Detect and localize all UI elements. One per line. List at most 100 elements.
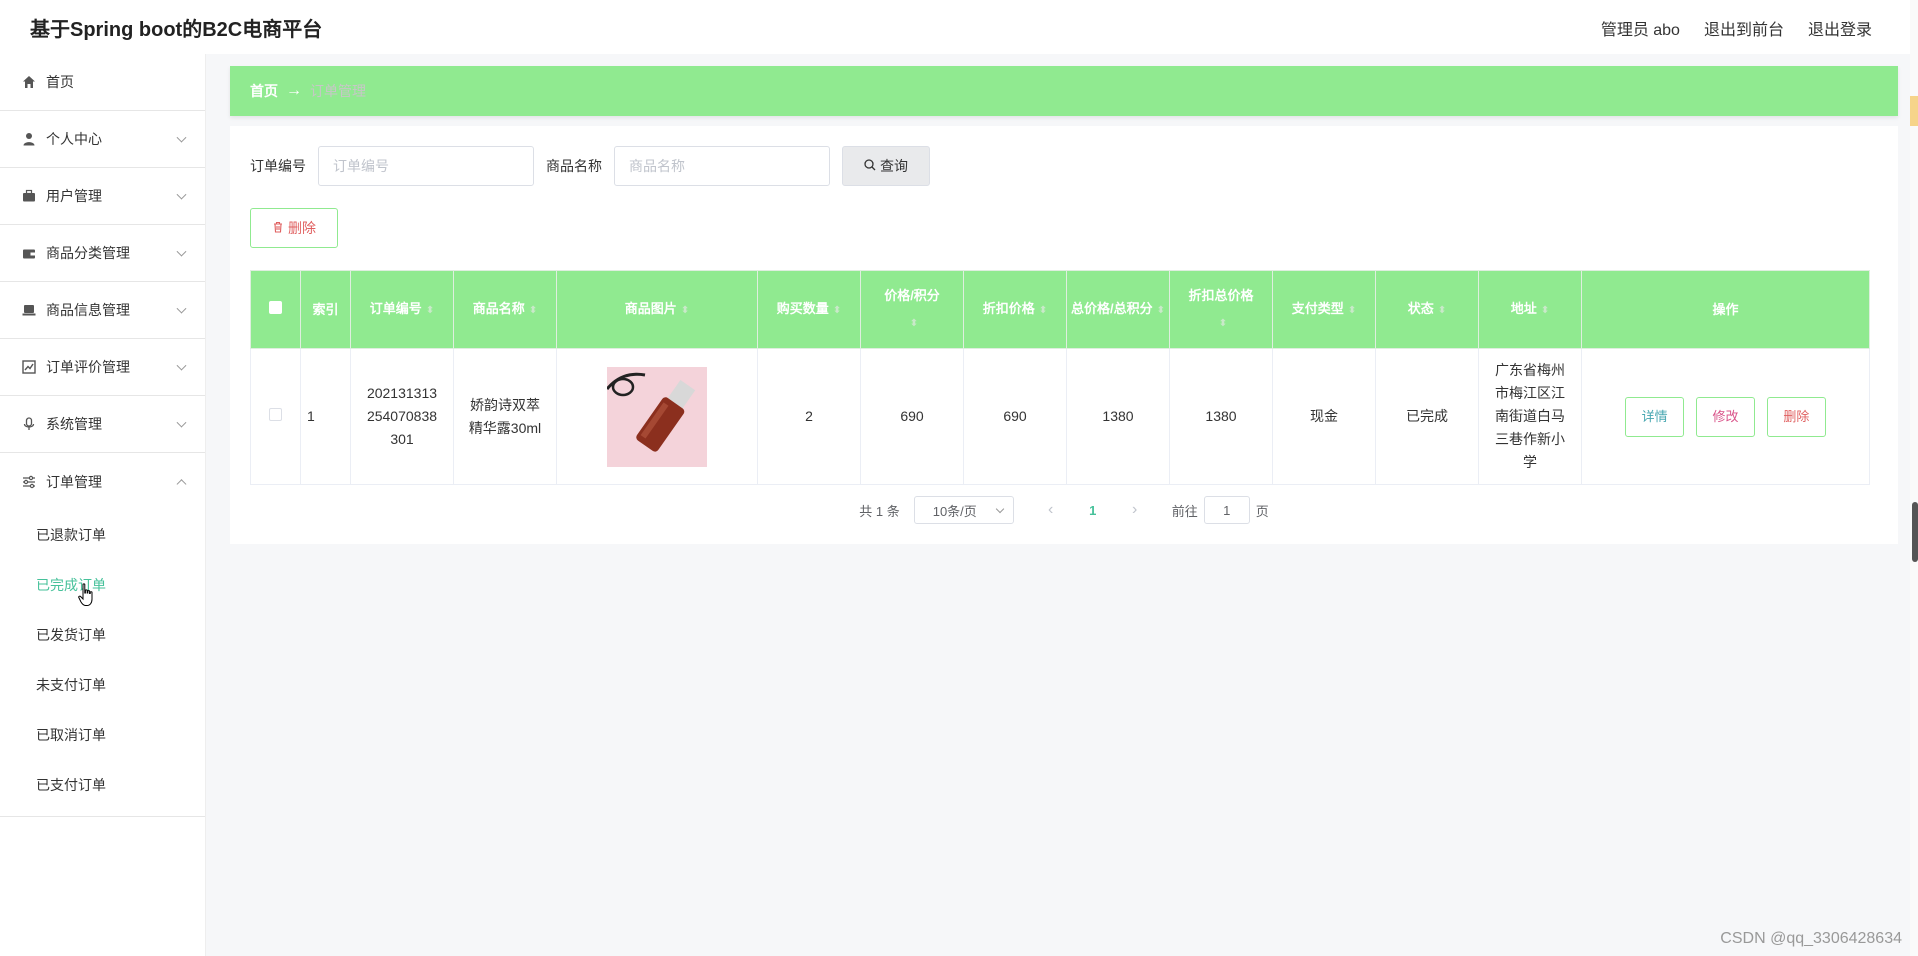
trash-icon [272, 221, 284, 236]
product-name-label: 商品名称 [546, 158, 602, 174]
breadcrumb-current: 订单管理 [310, 83, 366, 99]
edit-button[interactable]: 修改 [1696, 396, 1755, 437]
prev-page-icon[interactable]: ‹ [1036, 501, 1066, 519]
table-header-row: 索引 订单编号 ⬍ 商品名称 ⬍ 商品图片 ⬍ 购买数量 ⬍ 价格/积分 ⬍ 折扣价格 ⬍ … [250, 270, 1870, 349]
sidebar-item-reviews[interactable]: 订单评价管理 [0, 339, 205, 396]
app-title: 基于Spring boot的B2C电商平台 [30, 19, 323, 41]
submenu-refunded-orders[interactable]: 已退款订单 [0, 510, 205, 560]
col-header-status[interactable]: 状态 ⬍ [1375, 270, 1479, 349]
cell-pay-type: 现金 [1272, 348, 1376, 485]
row-checkbox[interactable] [269, 408, 282, 421]
col-header-price[interactable]: 价格/积分 ⬍ [860, 270, 964, 349]
sidebar-item-label: 商品分类管理 [46, 245, 130, 261]
submenu-unpaid-orders[interactable]: 未支付订单 [0, 660, 205, 710]
cell-image [556, 348, 758, 485]
submenu-completed-orders[interactable]: 已完成订单 [0, 560, 205, 610]
col-header-qty[interactable]: 购买数量 ⬍ [757, 270, 861, 349]
col-header-actions: 操作 [1581, 270, 1870, 349]
sidebar-item-profile[interactable]: 个人中心 [0, 111, 205, 168]
select-all-checkbox[interactable] [269, 300, 282, 314]
current-user: 管理员 abo [1600, 22, 1680, 39]
col-header-order-no[interactable]: 订单编号 ⬍ [350, 270, 454, 349]
col-header-pay-type[interactable]: 支付类型 ⬍ [1272, 270, 1376, 349]
right-edge [1910, 0, 1918, 956]
col-header-index[interactable]: 索引 [300, 270, 351, 349]
detail-button[interactable]: 详情 [1625, 396, 1685, 437]
breadcrumb: 首页 → 订单管理 [230, 66, 1898, 116]
goto-label: 前往 [1171, 503, 1198, 519]
chevron-down-icon [176, 360, 187, 371]
goto-suffix: 页 [1255, 503, 1269, 519]
order-no-label: 订单编号 [250, 158, 306, 174]
sidebar-item-label: 商品信息管理 [46, 302, 130, 318]
submenu-shipped-orders[interactable]: 已发货订单 [0, 610, 205, 660]
orders-panel: 订单编号 商品名称 查询 删除 索引 订单编号⬍ [230, 126, 1898, 544]
col-header-total[interactable]: 总价格/总积分 ⬍ [1066, 270, 1170, 349]
search-icon [864, 158, 876, 174]
scrollbar[interactable] [1912, 502, 1918, 562]
table-row: 1 202131313254070838301 娇韵诗双萃精华露30ml 2 6… [250, 348, 1870, 485]
next-page-icon[interactable]: › [1120, 501, 1150, 519]
sidebar-item-orders[interactable]: 订单管理 [0, 453, 205, 510]
edge-mark [1910, 96, 1918, 126]
product-image[interactable] [607, 366, 707, 467]
home-icon [20, 73, 38, 91]
logout-link[interactable]: 退出登录 [1808, 16, 1872, 40]
col-header-product[interactable]: 商品名称 ⬍ [453, 270, 557, 349]
chevron-down-icon [176, 417, 187, 428]
chevron-down-icon [176, 132, 187, 143]
briefcase-icon [20, 187, 38, 205]
cell-discount-total: 1380 [1169, 348, 1273, 485]
product-name-input[interactable] [614, 146, 830, 186]
orders-table: 索引 订单编号 ⬍ 商品名称 ⬍ 商品图片 ⬍ 购买数量 ⬍ 价格/积分 ⬍ 折扣价格 ⬍ … [250, 270, 1870, 485]
cell-product: 娇韵诗双萃精华露30ml [453, 348, 557, 485]
breadcrumb-home[interactable]: 首页 [250, 81, 278, 101]
sidebar-item-system[interactable]: 系统管理 [0, 396, 205, 453]
submenu-paid-orders[interactable]: 已支付订单 [0, 760, 205, 810]
hand-cursor-icon [78, 583, 93, 606]
cell-price: 690 [860, 348, 964, 485]
sidebar-item-products[interactable]: 商品信息管理 [0, 282, 205, 339]
col-header-image[interactable]: 商品图片 ⬍ [556, 270, 758, 349]
query-button[interactable]: 查询 [842, 146, 930, 186]
row-select-cell [250, 348, 301, 485]
search-bar: 订单编号 商品名称 查询 [250, 146, 930, 186]
chevron-up-icon [176, 478, 187, 489]
sidebar-item-users[interactable]: 用户管理 [0, 168, 205, 225]
page-size-select[interactable]: 10条/页 [913, 496, 1014, 524]
cell-order-no: 202131313254070838301 [350, 348, 454, 485]
sidebar-item-category[interactable]: 商品分类管理 [0, 225, 205, 282]
col-header-discount-price[interactable]: 折扣价格 ⬍ [963, 270, 1067, 349]
watermark: CSDN @qq_3306428634 [1720, 930, 1902, 947]
delete-button[interactable]: 删除 [1766, 396, 1826, 437]
cell-status: 已完成 [1375, 348, 1479, 485]
sidebar-item-label: 个人中心 [46, 131, 102, 147]
page-size-value: 10条/页 [932, 503, 977, 519]
wallet-icon [20, 244, 38, 262]
sidebar-item-home[interactable]: 首页 [0, 54, 205, 111]
main-content: 首页 → 订单管理 订单编号 商品名称 查询 删除 [206, 54, 1910, 956]
top-right-links: 管理员 abo 退出到前台 退出登录 [1601, 16, 1872, 40]
cell-discount-price: 690 [963, 348, 1067, 485]
cell-actions: 详情 修改 删除 [1581, 348, 1870, 485]
col-header-discount-total[interactable]: 折扣总价格 ⬍ [1169, 270, 1273, 349]
chevron-down-icon [995, 504, 1004, 514]
chart-icon [20, 358, 38, 376]
cell-qty: 2 [757, 348, 861, 485]
exit-front-link[interactable]: 退出到前台 [1704, 16, 1784, 40]
batch-delete-label: 删除 [288, 220, 316, 236]
submenu-cancelled-orders[interactable]: 已取消订单 [0, 710, 205, 760]
orders-submenu: 已退款订单 已完成订单 已发货订单 未支付订单 已取消订单 已支付订单 [0, 510, 205, 817]
sidebar-item-label: 订单评价管理 [46, 359, 130, 375]
batch-delete-button[interactable]: 删除 [250, 208, 338, 248]
col-header-address[interactable]: 地址 ⬍ [1478, 270, 1582, 349]
pagination: 共 1 条 10条/页 ‹ 1 › 前往 页 [230, 496, 1898, 524]
sidebar-item-label: 用户管理 [46, 188, 102, 204]
goto-page-input[interactable] [1203, 496, 1250, 524]
chevron-down-icon [176, 189, 187, 200]
page-number[interactable]: 1 [1078, 503, 1108, 518]
order-no-input[interactable] [318, 146, 534, 186]
select-all-cell [250, 270, 301, 349]
microphone-icon [20, 415, 38, 433]
sidebar-item-label: 首页 [46, 74, 74, 90]
